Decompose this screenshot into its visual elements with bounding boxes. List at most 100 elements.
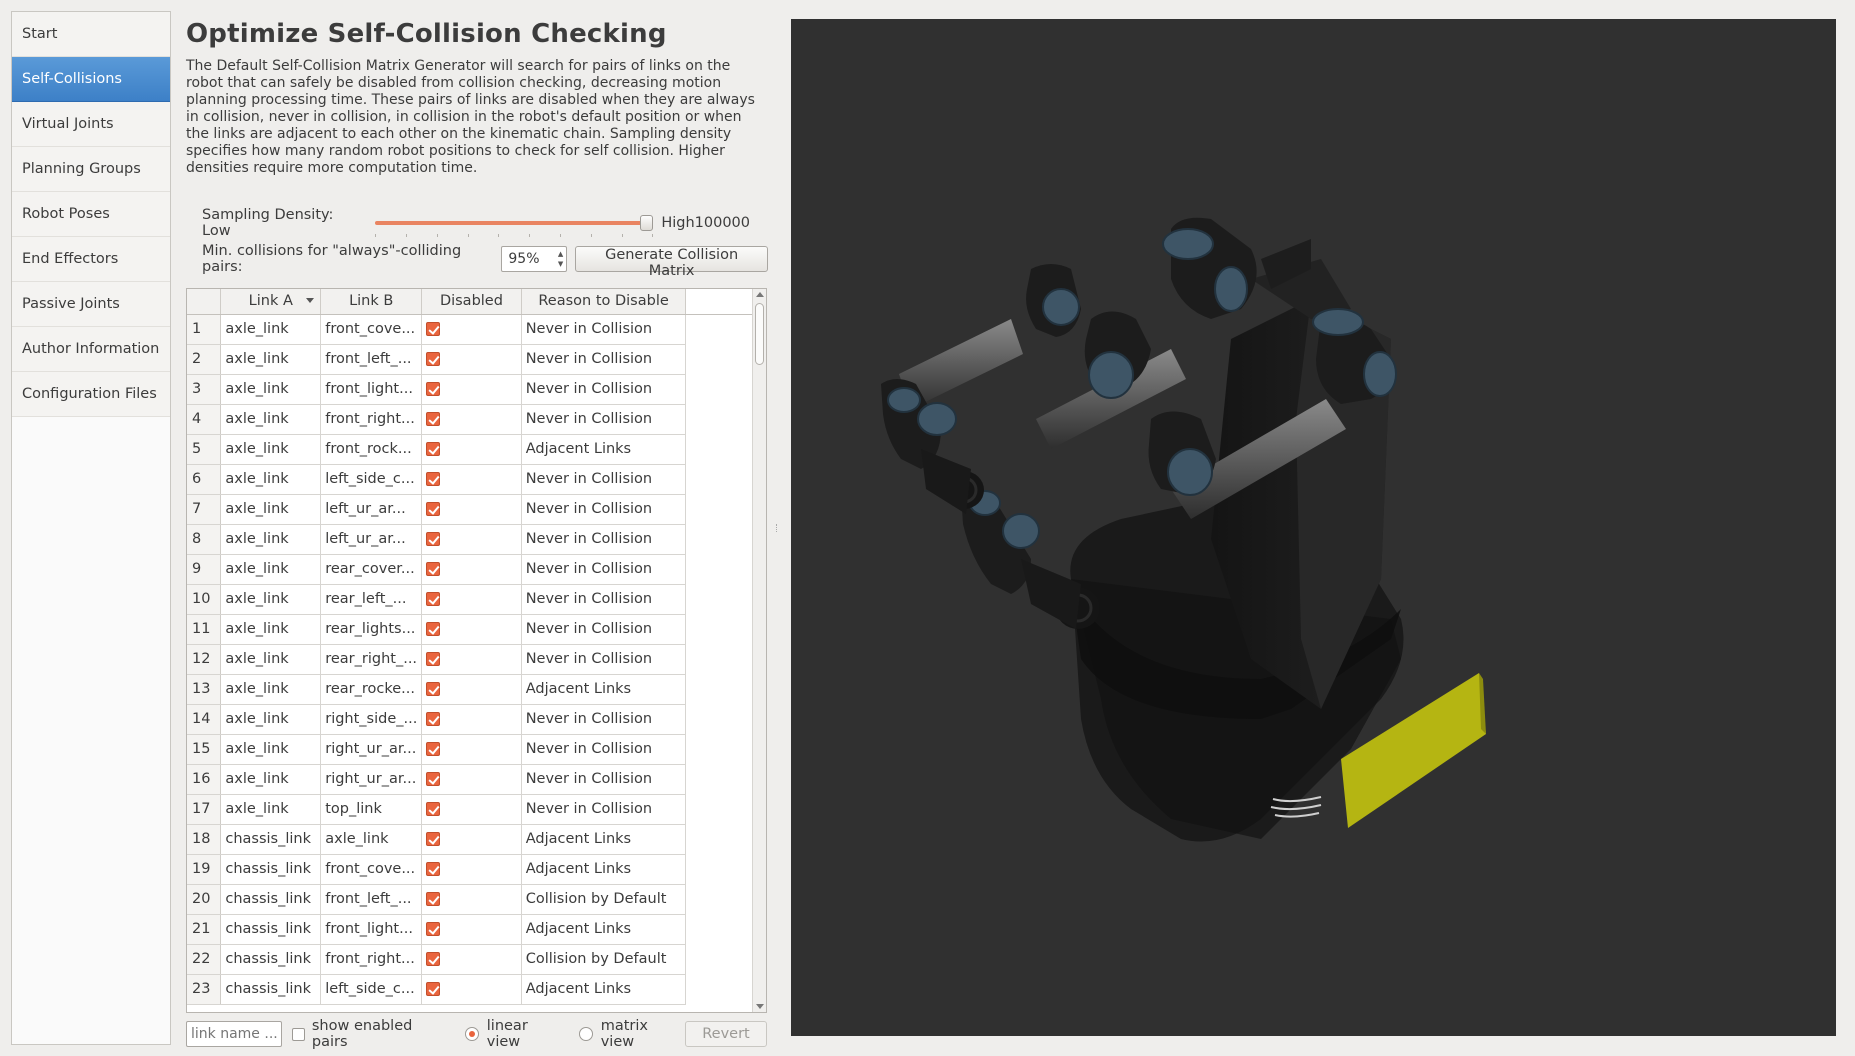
table-row[interactable]: 18 chassis_link axle_link Adjacent Links bbox=[187, 824, 766, 855]
cell-link-a[interactable]: axle_link bbox=[220, 794, 322, 825]
cell-link-b[interactable]: rear_lights... bbox=[320, 614, 423, 645]
table-row[interactable]: 11 axle_link rear_lights... Never in Collis… bbox=[187, 614, 766, 645]
matrix-view-radio[interactable] bbox=[578, 1027, 593, 1041]
cell-disabled[interactable] bbox=[421, 584, 522, 615]
cell-link-b[interactable]: front_left_... bbox=[320, 884, 423, 915]
disabled-checkbox[interactable] bbox=[426, 562, 441, 576]
row-number[interactable]: 14 bbox=[187, 704, 222, 735]
cell-link-a[interactable]: chassis_link bbox=[220, 974, 322, 1005]
disabled-checkbox[interactable] bbox=[426, 382, 441, 396]
cell-link-a[interactable]: axle_link bbox=[220, 704, 322, 735]
row-number[interactable]: 3 bbox=[187, 374, 222, 405]
cell-reason[interactable]: Never in Collision bbox=[521, 404, 687, 435]
cell-reason[interactable]: Never in Collision bbox=[521, 464, 687, 495]
cell-reason[interactable]: Never in Collision bbox=[521, 764, 687, 795]
cell-link-b[interactable]: front_left_... bbox=[320, 344, 423, 375]
sidebar-item-configuration-files[interactable]: Configuration Files bbox=[12, 372, 170, 417]
disabled-checkbox[interactable] bbox=[426, 652, 441, 666]
row-number[interactable]: 19 bbox=[187, 854, 222, 885]
cell-reason[interactable]: Collision by Default bbox=[521, 884, 687, 915]
cell-link-b[interactable]: front_light... bbox=[320, 374, 423, 405]
cell-disabled[interactable] bbox=[421, 464, 522, 495]
table-row[interactable]: 14 axle_link right_side_... Never in Collis… bbox=[187, 704, 766, 735]
cell-disabled[interactable] bbox=[421, 554, 522, 585]
disabled-checkbox[interactable] bbox=[426, 802, 441, 816]
cell-reason[interactable]: Never in Collision bbox=[521, 314, 687, 345]
sidebar-item-planning-groups[interactable]: Planning Groups bbox=[12, 147, 170, 192]
disabled-checkbox[interactable] bbox=[426, 772, 441, 786]
cell-reason[interactable]: Never in Collision bbox=[521, 554, 687, 585]
cell-link-a[interactable]: axle_link bbox=[220, 344, 322, 375]
generate-collision-matrix-button[interactable]: Generate Collision Matrix bbox=[575, 246, 768, 279]
table-row[interactable]: 8 axle_link left_ur_ar... Never in Collisio… bbox=[187, 524, 766, 555]
cell-link-b[interactable]: top_link bbox=[320, 794, 423, 825]
cell-disabled[interactable] bbox=[421, 794, 522, 825]
cell-reason[interactable]: Never in Collision bbox=[521, 494, 687, 525]
cell-link-b[interactable]: rear_right_... bbox=[320, 644, 423, 675]
cell-reason[interactable]: Never in Collision bbox=[521, 644, 687, 675]
row-number[interactable]: 18 bbox=[187, 824, 222, 855]
slider-handle[interactable] bbox=[640, 215, 654, 231]
sidebar-item-end-effectors[interactable]: End Effectors bbox=[12, 237, 170, 282]
table-row[interactable]: 7 axle_link left_ur_ar... Never in Collisio… bbox=[187, 494, 766, 525]
table-row[interactable]: 3 axle_link front_light... Never in Collisi… bbox=[187, 374, 766, 405]
cell-link-a[interactable]: axle_link bbox=[220, 584, 322, 615]
cell-link-a[interactable]: chassis_link bbox=[220, 914, 322, 945]
revert-button[interactable]: Revert bbox=[684, 1021, 768, 1047]
cell-reason[interactable]: Never in Collision bbox=[521, 734, 687, 765]
table-row[interactable]: 20 chassis_link front_left_... Collision by… bbox=[187, 884, 766, 915]
cell-disabled[interactable] bbox=[421, 704, 522, 735]
table-row[interactable]: 16 axle_link right_ur_ar... Never in Collis… bbox=[187, 764, 766, 795]
disabled-checkbox[interactable] bbox=[426, 322, 441, 336]
disabled-checkbox[interactable] bbox=[426, 862, 441, 876]
cell-disabled[interactable] bbox=[421, 764, 522, 795]
cell-reason[interactable]: Never in Collision bbox=[521, 344, 687, 375]
cell-link-b[interactable]: right_ur_ar... bbox=[320, 734, 423, 765]
sidebar-item-self-collisions[interactable]: Self-Collisions bbox=[12, 57, 170, 102]
show-enabled-checkbox[interactable] bbox=[292, 1027, 305, 1041]
sidebar-item-robot-poses[interactable]: Robot Poses bbox=[12, 192, 170, 237]
cell-disabled[interactable] bbox=[421, 404, 522, 435]
cell-reason[interactable]: Never in Collision bbox=[521, 524, 687, 555]
table-row[interactable]: 1 axle_link front_cove... Never in Collisio… bbox=[187, 314, 766, 345]
cell-link-b[interactable]: axle_link bbox=[320, 824, 423, 855]
table-scrollbar[interactable] bbox=[752, 289, 766, 1012]
cell-reason[interactable]: Never in Collision bbox=[521, 374, 687, 405]
cell-disabled[interactable] bbox=[421, 644, 522, 675]
cell-link-b[interactable]: front_cove... bbox=[320, 854, 423, 885]
row-number[interactable]: 13 bbox=[187, 674, 222, 705]
cell-link-b[interactable]: front_rock... bbox=[320, 434, 423, 465]
cell-disabled[interactable] bbox=[421, 734, 522, 765]
sidebar-item-passive-joints[interactable]: Passive Joints bbox=[12, 282, 170, 327]
cell-link-a[interactable]: chassis_link bbox=[220, 944, 322, 975]
cell-link-a[interactable]: chassis_link bbox=[220, 854, 322, 885]
sidebar-item-author-information[interactable]: Author Information bbox=[12, 327, 170, 372]
row-number[interactable]: 21 bbox=[187, 914, 222, 945]
cell-disabled[interactable] bbox=[421, 944, 522, 975]
table-row[interactable]: 6 axle_link left_side_c... Never in Collisi… bbox=[187, 464, 766, 495]
cell-link-b[interactable]: front_right... bbox=[320, 944, 423, 975]
table-row[interactable]: 13 axle_link rear_rocke... Adjacent Links bbox=[187, 674, 766, 705]
scroll-up-icon[interactable] bbox=[756, 292, 764, 297]
cell-link-a[interactable]: axle_link bbox=[220, 404, 322, 435]
cell-link-a[interactable]: axle_link bbox=[220, 434, 322, 465]
cell-link-a[interactable]: axle_link bbox=[220, 644, 322, 675]
row-number[interactable]: 22 bbox=[187, 944, 222, 975]
cell-link-a[interactable]: chassis_link bbox=[220, 884, 322, 915]
cell-link-b[interactable]: rear_cover... bbox=[320, 554, 423, 585]
sidebar-item-virtual-joints[interactable]: Virtual Joints bbox=[12, 102, 170, 147]
cell-disabled[interactable] bbox=[421, 824, 522, 855]
disabled-checkbox[interactable] bbox=[426, 412, 441, 426]
table-row[interactable]: 9 axle_link rear_cover... Never in Collisio… bbox=[187, 554, 766, 585]
cell-disabled[interactable] bbox=[421, 344, 522, 375]
cell-link-b[interactable]: left_side_c... bbox=[320, 974, 423, 1005]
cell-reason[interactable]: Adjacent Links bbox=[521, 824, 687, 855]
row-number[interactable]: 4 bbox=[187, 404, 222, 435]
cell-disabled[interactable] bbox=[421, 914, 522, 945]
table-row[interactable]: 19 chassis_link front_cove... Adjacent Link… bbox=[187, 854, 766, 885]
cell-link-a[interactable]: axle_link bbox=[220, 764, 322, 795]
min-collisions-spinbox[interactable]: 95% ▲ ▼ bbox=[501, 246, 568, 272]
link-filter-input[interactable] bbox=[186, 1021, 282, 1047]
row-number[interactable]: 1 bbox=[187, 314, 222, 345]
table-row[interactable]: 12 axle_link rear_right_... Never in Collis… bbox=[187, 644, 766, 675]
